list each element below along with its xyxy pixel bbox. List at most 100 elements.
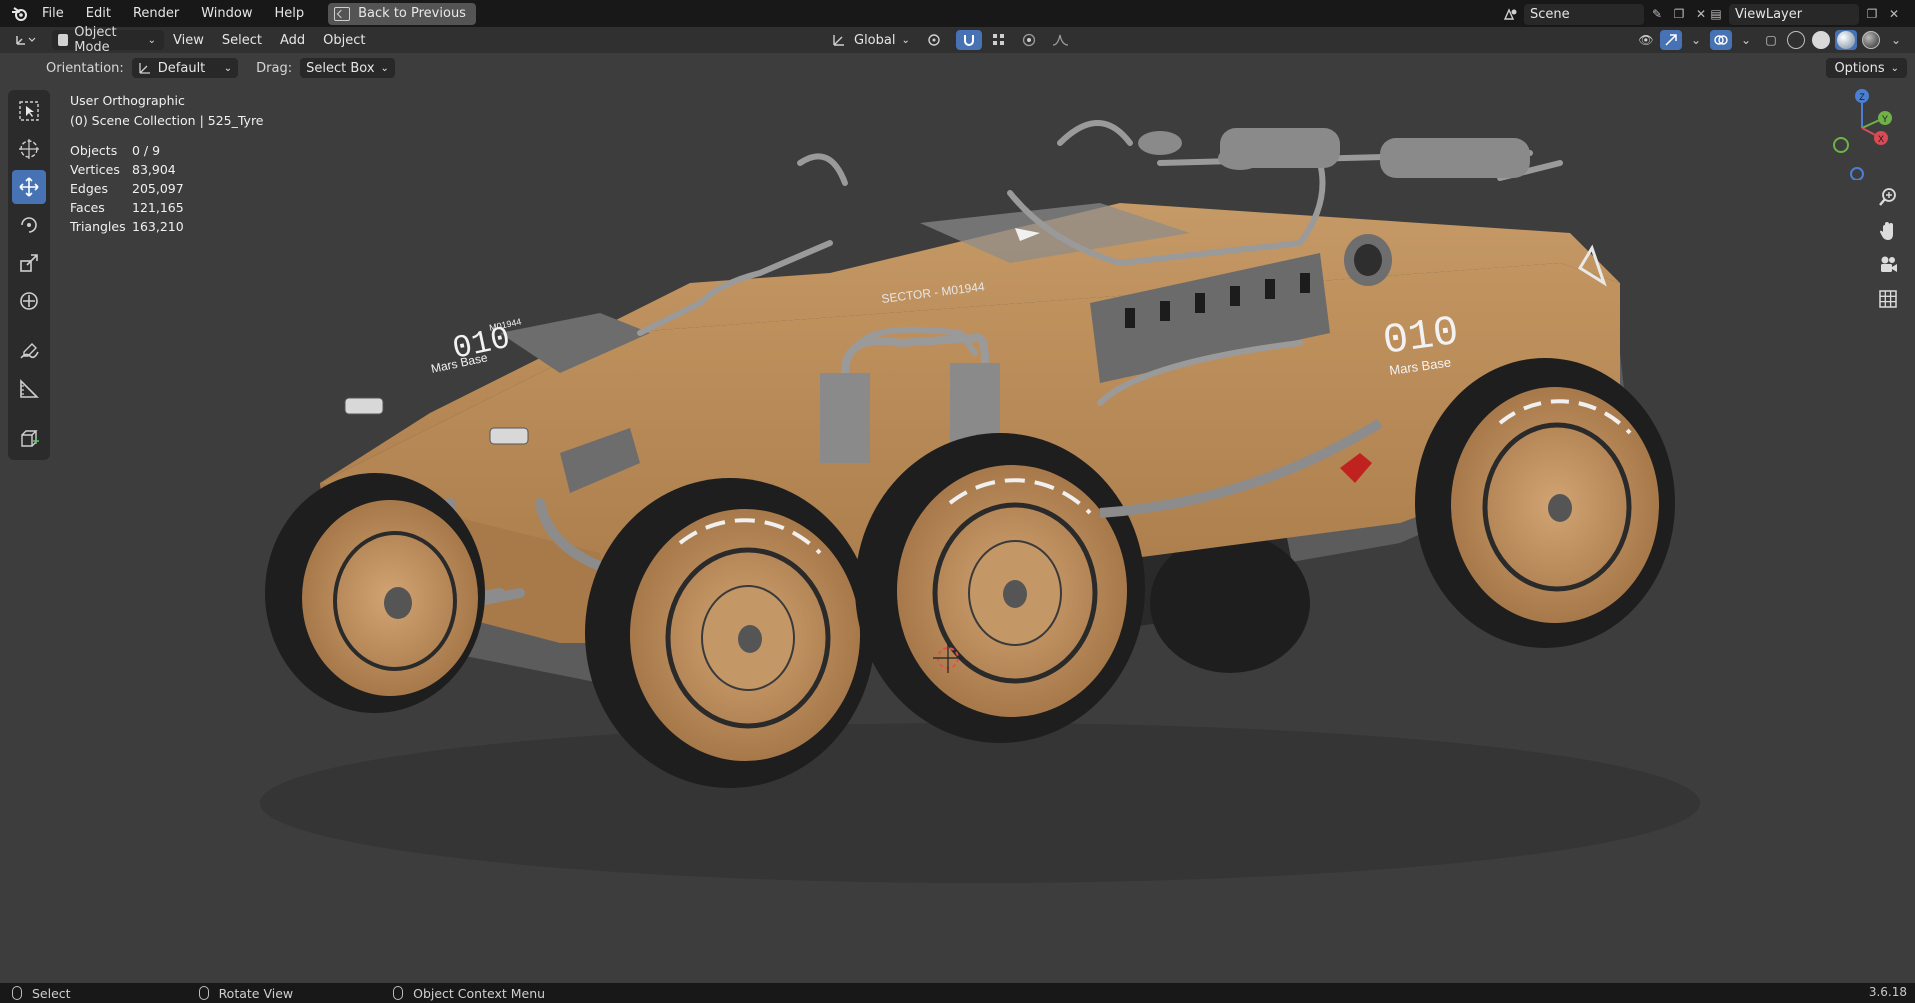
options-dropdown[interactable]: Options ⌄: [1826, 58, 1907, 78]
collection-info: (0) Scene Collection | 525_Tyre: [70, 113, 264, 128]
chevron-down-icon: ⌄: [380, 62, 389, 74]
menu-view[interactable]: View: [164, 33, 213, 48]
status-rotate-hint: Rotate View: [198, 986, 293, 1001]
status-context-label: Object Context Menu: [413, 985, 546, 1001]
3d-viewport[interactable]: SECTOR - M01944 010 Mars Base 010 Mars B…: [0, 83, 1915, 983]
gizmo-toggle[interactable]: [1660, 30, 1682, 50]
wheel-middle: [855, 433, 1145, 743]
transform-tool[interactable]: [12, 284, 46, 318]
zoom-button[interactable]: [1873, 183, 1903, 211]
proportional-editing-toggle[interactable]: [1016, 30, 1042, 50]
overlays-toggle[interactable]: [1710, 30, 1732, 50]
annotate-tool[interactable]: [12, 334, 46, 368]
snap-target-dropdown[interactable]: [986, 30, 1012, 50]
xray-toggle[interactable]: ▢: [1760, 30, 1782, 50]
material-shading-button[interactable]: [1835, 30, 1857, 50]
rotate-tool[interactable]: [12, 208, 46, 242]
z-axis-label: Z: [1859, 92, 1865, 102]
scene-icon[interactable]: [1502, 5, 1520, 23]
magnet-icon: [963, 35, 974, 46]
drag-dropdown[interactable]: Select Box ⌄: [300, 58, 395, 78]
pivot-point-dropdown[interactable]: [920, 30, 952, 50]
new-view-layer-icon[interactable]: ❐: [1863, 5, 1881, 23]
select-box-tool[interactable]: [12, 94, 46, 128]
move-tool[interactable]: [12, 170, 46, 204]
visibility-icon[interactable]: 👁: [1635, 30, 1657, 50]
drag-label: Drag:: [256, 60, 293, 76]
add-cube-tool[interactable]: [12, 422, 46, 456]
wireframe-shading-button[interactable]: [1785, 30, 1807, 50]
overlays-dropdown[interactable]: ⌄: [1735, 30, 1757, 50]
menu-file[interactable]: File: [32, 0, 76, 27]
gizmo-dropdown[interactable]: ⌄: [1685, 30, 1707, 50]
orientation-value: Default: [157, 60, 206, 76]
zoom-icon: [1879, 188, 1896, 206]
mode-label: Object Mode: [74, 25, 117, 55]
wheel-rear-far: [1150, 533, 1310, 673]
transform-orientation-dropdown[interactable]: Global ⌄: [826, 30, 916, 50]
rotate-icon: [21, 217, 37, 233]
stat-label: Faces: [70, 200, 105, 215]
new-scene-icon[interactable]: ❐: [1670, 5, 1688, 23]
view-layer-name-field[interactable]: ViewLayer: [1729, 3, 1859, 25]
orientation-dropdown[interactable]: Default ⌄: [131, 58, 239, 78]
perspective-toggle-button[interactable]: [1873, 285, 1903, 313]
stat-label: Vertices: [70, 162, 120, 177]
transform-icon: [20, 292, 38, 310]
menu-select[interactable]: Select: [213, 33, 271, 48]
scale-tool[interactable]: [12, 246, 46, 280]
blender-window: File Edit Render Window Help Back to Pre…: [0, 0, 1915, 1003]
stat-value: 163,210: [132, 219, 184, 234]
top-menu-bar: File Edit Render Window Help Back to Pre…: [0, 0, 1915, 27]
navigation-gizmo[interactable]: Z Y X: [1829, 88, 1895, 180]
mars-rover-model[interactable]: SECTOR - M01944 010 Mars Base 010 Mars B…: [0, 83, 1915, 983]
solid-shading-button[interactable]: [1810, 30, 1832, 50]
grid-icon: [1879, 290, 1897, 308]
menu-render[interactable]: Render: [123, 0, 191, 27]
status-bar: Select Rotate View Object Context Menu 3…: [0, 983, 1915, 1003]
shading-dropdown[interactable]: ⌄: [1885, 30, 1907, 50]
status-context-hint: Object Context Menu: [393, 986, 545, 1001]
orientation-axes-icon: [139, 63, 150, 74]
falloff-dropdown[interactable]: [1046, 30, 1076, 50]
menu-edit[interactable]: Edit: [76, 0, 123, 27]
snap-toggle[interactable]: [955, 30, 982, 50]
mode-dropdown[interactable]: Object Mode ⌄: [52, 25, 164, 55]
view-name: User Orthographic: [70, 93, 185, 108]
scene-selector: Scene ✎ ❐ ✕: [1502, 3, 1710, 25]
status-select-label: Select: [32, 985, 71, 1001]
chevron-down-icon: ⌄: [901, 34, 910, 46]
pin-icon[interactable]: ✎: [1648, 5, 1666, 23]
scene-name-field[interactable]: Scene: [1524, 3, 1644, 25]
x-axis-label: X: [1878, 134, 1884, 144]
scene-statistics: Objects 0 / 9 Vertices 83,904 Edges 205,…: [70, 143, 264, 235]
close-view-layer-icon[interactable]: ✕: [1885, 5, 1903, 23]
options-label: Options: [1834, 60, 1885, 76]
decal-side-number: 010 Mars Base: [1380, 308, 1462, 378]
add-cube-icon: [21, 430, 39, 447]
blender-logo-icon[interactable]: [8, 4, 32, 24]
pan-button[interactable]: [1873, 217, 1903, 245]
stat-label: Edges: [70, 181, 108, 196]
editor-type-button[interactable]: [8, 30, 42, 50]
camera-view-button[interactable]: [1873, 251, 1903, 279]
mouse-right-icon: [393, 986, 404, 1000]
status-select-hint: Select: [12, 986, 71, 1001]
transform-orientation-label: Global: [854, 32, 896, 48]
decal-front-number: 010 Mars Base M01944: [430, 316, 523, 376]
menu-help[interactable]: Help: [265, 0, 317, 27]
measure-tool[interactable]: [12, 372, 46, 406]
overlays-icon: [1714, 35, 1728, 45]
back-to-previous-button[interactable]: Back to Previous: [328, 2, 476, 25]
material-icon: [1837, 31, 1855, 49]
menu-object[interactable]: Object: [314, 33, 374, 48]
wheel-front-left: [265, 473, 485, 713]
rendered-shading-button[interactable]: [1860, 30, 1882, 50]
menu-add[interactable]: Add: [271, 33, 314, 48]
view-layer-icon[interactable]: ▤: [1707, 5, 1725, 23]
hand-icon: [1880, 222, 1893, 240]
object-mode-icon: [58, 34, 69, 46]
cursor-tool[interactable]: [12, 132, 46, 166]
menu-window[interactable]: Window: [191, 0, 264, 27]
stat-value: 121,165: [132, 200, 184, 215]
